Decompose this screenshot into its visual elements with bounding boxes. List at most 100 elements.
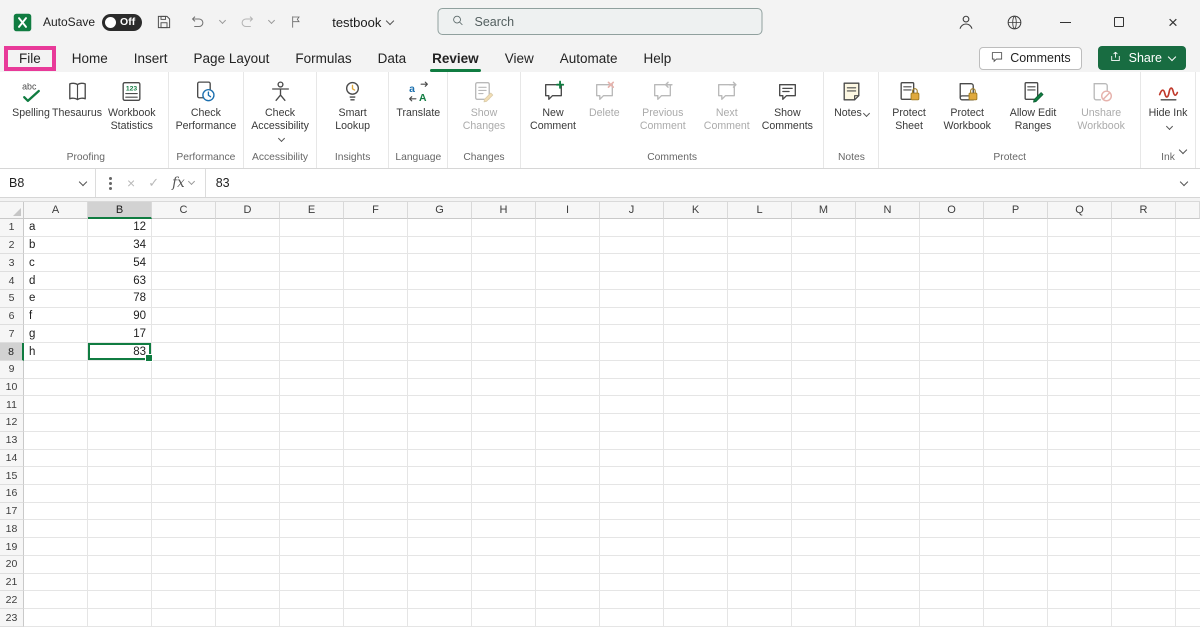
cell-F13[interactable] <box>344 432 408 450</box>
cell-N5[interactable] <box>856 290 920 308</box>
row-header-22[interactable]: 22 <box>0 591 24 609</box>
cell-P1[interactable] <box>984 219 1048 237</box>
cell-K7[interactable] <box>664 325 728 343</box>
cell-C1[interactable] <box>152 219 216 237</box>
cell-D15[interactable] <box>216 467 280 485</box>
cell-E21[interactable] <box>280 574 344 592</box>
cell-M14[interactable] <box>792 450 856 468</box>
cell-R23[interactable] <box>1112 609 1176 627</box>
cell-A17[interactable] <box>24 503 88 521</box>
cell-Q1[interactable] <box>1048 219 1112 237</box>
cell-B4[interactable]: 63 <box>88 272 152 290</box>
cell-J1[interactable] <box>600 219 664 237</box>
cell-D12[interactable] <box>216 414 280 432</box>
cell-L1[interactable] <box>728 219 792 237</box>
cell-B5[interactable]: 78 <box>88 290 152 308</box>
save-button[interactable] <box>152 10 176 34</box>
cell-E17[interactable] <box>280 503 344 521</box>
row-header-11[interactable]: 11 <box>0 396 24 414</box>
cell-R13[interactable] <box>1112 432 1176 450</box>
autosave-toggle[interactable]: Off <box>102 14 142 31</box>
cell-F3[interactable] <box>344 254 408 272</box>
cell-O10[interactable] <box>920 379 984 397</box>
cell-K3[interactable] <box>664 254 728 272</box>
cell-P3[interactable] <box>984 254 1048 272</box>
cell-H15[interactable] <box>472 467 536 485</box>
cell-G23[interactable] <box>408 609 472 627</box>
cell-G13[interactable] <box>408 432 472 450</box>
row-header-3[interactable]: 3 <box>0 254 24 272</box>
cell-Q3[interactable] <box>1048 254 1112 272</box>
cell-H7[interactable] <box>472 325 536 343</box>
cell-D23[interactable] <box>216 609 280 627</box>
col-header-O[interactable]: O <box>920 202 984 219</box>
cell-I16[interactable] <box>536 485 600 503</box>
col-header-R[interactable]: R <box>1112 202 1176 219</box>
cell-L16[interactable] <box>728 485 792 503</box>
expand-formula-bar-icon[interactable] <box>1168 169 1200 197</box>
cell-K10[interactable] <box>664 379 728 397</box>
cell-L21[interactable] <box>728 574 792 592</box>
row-header-1[interactable]: 1 <box>0 219 24 237</box>
cell-J15[interactable] <box>600 467 664 485</box>
cell-C17[interactable] <box>152 503 216 521</box>
cell-R10[interactable] <box>1112 379 1176 397</box>
cell-D8[interactable] <box>216 343 280 361</box>
formula-bar-menu-icon[interactable] <box>109 182 112 185</box>
tab-data[interactable]: Data <box>365 44 420 72</box>
cell-M23[interactable] <box>792 609 856 627</box>
cell-G2[interactable] <box>408 237 472 255</box>
cell-E3[interactable] <box>280 254 344 272</box>
col-header-J[interactable]: J <box>600 202 664 219</box>
autosave-control[interactable]: AutoSave Off <box>43 14 142 31</box>
cell-A12[interactable] <box>24 414 88 432</box>
comments-button[interactable]: Comments <box>979 47 1081 70</box>
tab-review[interactable]: Review <box>419 44 492 72</box>
cell-K6[interactable] <box>664 308 728 326</box>
cell-A13[interactable] <box>24 432 88 450</box>
cell-D2[interactable] <box>216 237 280 255</box>
row-header-6[interactable]: 6 <box>0 308 24 326</box>
cell-O14[interactable] <box>920 450 984 468</box>
cell-C21[interactable] <box>152 574 216 592</box>
cell-G21[interactable] <box>408 574 472 592</box>
ribbon-button-check-performance[interactable]: Check Performance <box>173 72 240 133</box>
cell-P6[interactable] <box>984 308 1048 326</box>
tab-help[interactable]: Help <box>631 44 685 72</box>
cell-F11[interactable] <box>344 396 408 414</box>
row-header-14[interactable]: 14 <box>0 450 24 468</box>
cell-B7[interactable]: 17 <box>88 325 152 343</box>
cell-M9[interactable] <box>792 361 856 379</box>
cell-L7[interactable] <box>728 325 792 343</box>
cell-A23[interactable] <box>24 609 88 627</box>
cell-A20[interactable] <box>24 556 88 574</box>
cell-R21[interactable] <box>1112 574 1176 592</box>
cell-J12[interactable] <box>600 414 664 432</box>
cell-N16[interactable] <box>856 485 920 503</box>
cell-E7[interactable] <box>280 325 344 343</box>
cell-D6[interactable] <box>216 308 280 326</box>
cell-P21[interactable] <box>984 574 1048 592</box>
cell-Q11[interactable] <box>1048 396 1112 414</box>
cell-G5[interactable] <box>408 290 472 308</box>
cell-R15[interactable] <box>1112 467 1176 485</box>
cell-J14[interactable] <box>600 450 664 468</box>
cell-J6[interactable] <box>600 308 664 326</box>
cell-Q16[interactable] <box>1048 485 1112 503</box>
cell-J20[interactable] <box>600 556 664 574</box>
cell-C18[interactable] <box>152 520 216 538</box>
cell-J18[interactable] <box>600 520 664 538</box>
cell-H10[interactable] <box>472 379 536 397</box>
cell-R18[interactable] <box>1112 520 1176 538</box>
cell-D10[interactable] <box>216 379 280 397</box>
cell-O6[interactable] <box>920 308 984 326</box>
cell-N13[interactable] <box>856 432 920 450</box>
cell-J11[interactable] <box>600 396 664 414</box>
cell-P17[interactable] <box>984 503 1048 521</box>
cell-L18[interactable] <box>728 520 792 538</box>
ribbon-button-hide-ink[interactable]: Hide Ink <box>1145 72 1191 133</box>
cell-I21[interactable] <box>536 574 600 592</box>
col-header-A[interactable]: A <box>24 202 88 219</box>
cell-L13[interactable] <box>728 432 792 450</box>
cell-J10[interactable] <box>600 379 664 397</box>
